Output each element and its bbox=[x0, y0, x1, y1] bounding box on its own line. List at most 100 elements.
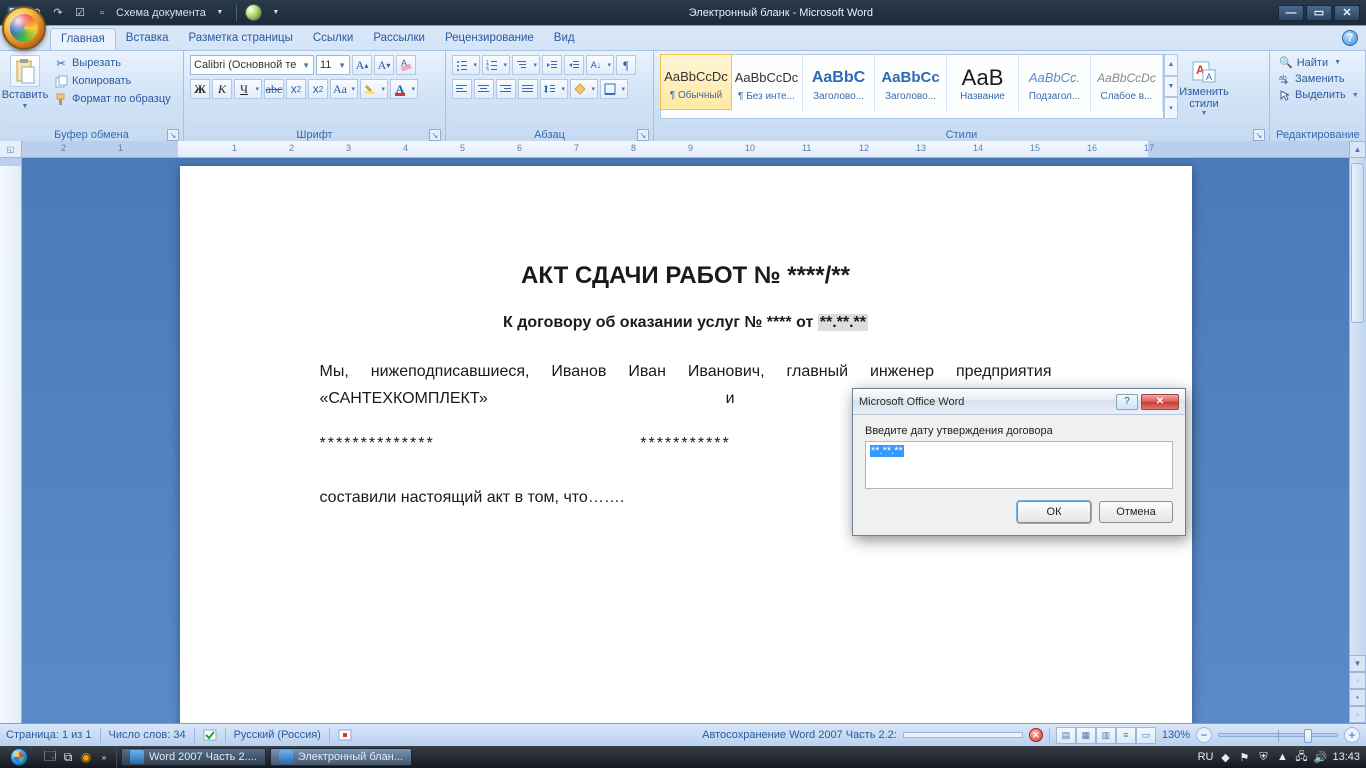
select-button[interactable]: Выделить▼ bbox=[1276, 88, 1359, 102]
style-item-4[interactable]: АаВНазвание bbox=[947, 55, 1019, 111]
new-doc-icon[interactable]: ▫ bbox=[94, 5, 110, 21]
tab-insert[interactable]: Вставка bbox=[116, 28, 179, 50]
start-button[interactable] bbox=[0, 746, 38, 768]
align-right-button[interactable] bbox=[496, 79, 516, 99]
shrink-font-button[interactable]: A▾ bbox=[374, 55, 394, 75]
dialog-launcher-clipboard[interactable]: ↘ bbox=[167, 129, 179, 141]
style-item-2[interactable]: AaBbCЗаголово... bbox=[803, 55, 875, 111]
close-button[interactable]: ✕ bbox=[1334, 5, 1360, 21]
view-draft[interactable]: ▭ bbox=[1136, 727, 1156, 744]
dialog-launcher-font[interactable]: ↘ bbox=[429, 129, 441, 141]
help-icon[interactable]: ? bbox=[1342, 30, 1358, 46]
scroll-thumb[interactable] bbox=[1351, 163, 1364, 323]
qat-more-icon[interactable]: ▼ bbox=[268, 5, 284, 21]
tray-icon-3[interactable]: ⛨ bbox=[1256, 750, 1270, 764]
bullets-button[interactable] bbox=[452, 55, 480, 75]
grow-font-button[interactable]: A▴ bbox=[352, 55, 372, 75]
browse-object-button[interactable]: • bbox=[1349, 689, 1366, 706]
numbering-button[interactable]: 123 bbox=[482, 55, 510, 75]
highlight-button[interactable] bbox=[360, 79, 388, 99]
strikethrough-button[interactable]: abc bbox=[264, 79, 284, 99]
vertical-scrollbar[interactable]: ▲ ▼ ◦ • ◦ bbox=[1349, 141, 1366, 723]
view-web[interactable]: ▥ bbox=[1096, 727, 1116, 744]
tab-review[interactable]: Рецензирование bbox=[435, 28, 544, 50]
font-size-combo[interactable]: 11▼ bbox=[316, 55, 350, 75]
prev-page-button[interactable]: ◦ bbox=[1349, 672, 1366, 689]
tray-clock[interactable]: 13:43 bbox=[1332, 751, 1360, 763]
tray-volume-icon[interactable]: 🔊 bbox=[1313, 750, 1327, 764]
decrease-indent-button[interactable] bbox=[542, 55, 562, 75]
italic-button[interactable]: К bbox=[212, 79, 232, 99]
status-lang[interactable]: Русский (Россия) bbox=[234, 729, 321, 741]
dialog-help-button[interactable]: ? bbox=[1116, 394, 1138, 410]
font-name-combo[interactable]: Calibri (Основной те▼ bbox=[190, 55, 314, 75]
style-item-6[interactable]: AaBbCcDcСлабое в... bbox=[1091, 55, 1163, 111]
view-full-screen[interactable]: ▦ bbox=[1076, 727, 1096, 744]
view-print-layout[interactable]: ▤ bbox=[1056, 727, 1076, 744]
taskbar-button-2[interactable]: Электронный блан... bbox=[270, 748, 412, 766]
dialog-input[interactable]: **.**.** bbox=[865, 441, 1173, 489]
taskbar-button-1[interactable]: Word 2007 Часть 2.... bbox=[121, 748, 266, 766]
align-center-button[interactable] bbox=[474, 79, 494, 99]
show-marks-button[interactable]: ¶ bbox=[616, 55, 636, 75]
office-button[interactable] bbox=[2, 6, 46, 50]
qat-orb-icon[interactable] bbox=[245, 4, 262, 21]
dialog-cancel-button[interactable]: Отмена bbox=[1099, 501, 1173, 523]
tray-icon-2[interactable]: ⚑ bbox=[1237, 750, 1251, 764]
status-words[interactable]: Число слов: 34 bbox=[109, 729, 186, 741]
change-styles-button[interactable]: AA Изменить стили ▼ bbox=[1182, 54, 1226, 119]
borders-button[interactable] bbox=[600, 79, 628, 99]
justify-button[interactable] bbox=[518, 79, 538, 99]
line-spacing-button[interactable] bbox=[540, 79, 568, 99]
ql-show-desktop-icon[interactable]: 🗔 bbox=[42, 749, 58, 765]
status-macro-icon[interactable] bbox=[338, 728, 352, 742]
tray-lang[interactable]: RU bbox=[1198, 751, 1214, 763]
scroll-down-button[interactable]: ▼ bbox=[1349, 655, 1366, 672]
tray-icon-4[interactable]: ▲ bbox=[1275, 750, 1289, 764]
tab-references[interactable]: Ссылки bbox=[303, 28, 364, 50]
horizontal-ruler[interactable]: 3211234567891011121314151617 bbox=[22, 141, 1349, 158]
bold-button[interactable]: Ж bbox=[190, 79, 210, 99]
align-left-button[interactable] bbox=[452, 79, 472, 99]
superscript-button[interactable]: x2 bbox=[308, 79, 328, 99]
multilevel-button[interactable] bbox=[512, 55, 540, 75]
paste-button[interactable]: Вставить ▼ bbox=[6, 53, 44, 110]
style-item-0[interactable]: AaBbCcDc¶ Обычный bbox=[660, 54, 732, 110]
clear-formatting-button[interactable]: A bbox=[396, 55, 416, 75]
find-button[interactable]: 🔍Найти▼ bbox=[1276, 55, 1359, 70]
increase-indent-button[interactable] bbox=[564, 55, 584, 75]
gallery-more-button[interactable]: ▾ bbox=[1164, 97, 1178, 119]
maximize-button[interactable]: ▭ bbox=[1306, 5, 1332, 21]
font-color-button[interactable]: A bbox=[390, 79, 418, 99]
cut-button[interactable]: ✂Вырезать bbox=[50, 55, 175, 71]
redo-icon[interactable]: ↷ bbox=[50, 5, 66, 21]
tab-home[interactable]: Главная bbox=[50, 28, 116, 50]
shading-button[interactable] bbox=[570, 79, 598, 99]
dialog-launcher-paragraph[interactable]: ↘ bbox=[637, 129, 649, 141]
qat-checkbox-icon[interactable]: ☑ bbox=[72, 5, 88, 21]
tab-view[interactable]: Вид bbox=[544, 28, 585, 50]
status-page[interactable]: Страница: 1 из 1 bbox=[6, 729, 92, 741]
underline-button[interactable]: Ч bbox=[234, 79, 262, 99]
tab-mailings[interactable]: Рассылки bbox=[363, 28, 435, 50]
dialog-close-button[interactable]: ✕ bbox=[1141, 394, 1179, 410]
ruler-toggle[interactable]: ◱ bbox=[0, 141, 22, 158]
scroll-up-button[interactable]: ▲ bbox=[1349, 141, 1366, 158]
ql-more-icon[interactable]: » bbox=[96, 749, 112, 765]
vertical-ruler[interactable] bbox=[0, 158, 22, 723]
zoom-slider[interactable] bbox=[1218, 733, 1338, 737]
status-proof-icon[interactable] bbox=[203, 728, 217, 742]
next-page-button[interactable]: ◦ bbox=[1349, 706, 1366, 723]
ql-browser-icon[interactable]: ◉ bbox=[78, 749, 94, 765]
tray-network-icon[interactable]: 🖧 bbox=[1294, 750, 1308, 764]
autosave-cancel-icon[interactable]: ✕ bbox=[1029, 728, 1043, 742]
gallery-up-button[interactable]: ▲ bbox=[1164, 54, 1178, 76]
format-painter-button[interactable]: Формат по образцу bbox=[50, 91, 175, 107]
subscript-button[interactable]: x2 bbox=[286, 79, 306, 99]
zoom-in-button[interactable]: + bbox=[1344, 727, 1360, 743]
replace-button[interactable]: abЗаменить bbox=[1276, 72, 1359, 86]
copy-button[interactable]: Копировать bbox=[50, 73, 175, 89]
tray-icon-1[interactable]: ◆ bbox=[1218, 750, 1232, 764]
qat-dropdown-icon[interactable]: ▼ bbox=[212, 5, 228, 21]
style-item-3[interactable]: AaBbCcЗаголово... bbox=[875, 55, 947, 111]
